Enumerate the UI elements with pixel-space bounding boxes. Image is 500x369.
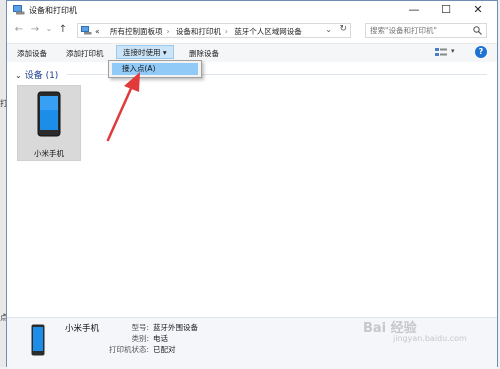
help-button[interactable]: ? [475, 46, 487, 58]
address-bar[interactable]: « 所有控制面板项 › 设备和打印机 › 蓝牙个人区域网设备 ⌄ ↻ [77, 23, 351, 38]
view-options-dropdown-icon[interactable]: ▾ [451, 47, 455, 55]
connect-using-button[interactable]: 连接时使用 ▾ [116, 45, 174, 59]
printer-status-label: 打印机状态: [108, 345, 149, 354]
breadcrumb-item-devices-printers[interactable]: 设备和打印机 [176, 27, 221, 36]
group-header-devices[interactable]: ⌄ 设备 (1) [15, 68, 58, 81]
breadcrumb-item-control-panel[interactable]: 所有控制面板项 [110, 27, 163, 36]
group-label: 设备 (1) [24, 71, 59, 81]
title-bar: 设备和打印机 — ☐ ✕ [7, 1, 497, 19]
search-icon[interactable] [473, 26, 482, 35]
device-name: 小米手机 [34, 149, 64, 158]
address-dropdown-icon[interactable]: ⌄ [325, 25, 332, 34]
search-box[interactable] [365, 23, 487, 38]
details-device-name: 小米手机 [65, 324, 100, 334]
add-device-button[interactable]: 添加设备 [17, 48, 47, 59]
watermark-url: jingyan.baidu.com [393, 334, 467, 343]
phone-icon [37, 91, 61, 137]
add-printer-button[interactable]: 添加打印机 [66, 48, 104, 59]
up-arrow-icon[interactable]: ↑ [57, 24, 69, 35]
breadcrumb-item-bluetooth-pan[interactable]: 蓝牙个人区域网设备 [234, 27, 302, 36]
category-label: 类别: [131, 334, 149, 343]
refresh-icon[interactable]: ↻ [339, 24, 347, 34]
forward-arrow-icon[interactable]: → [29, 24, 41, 35]
recent-chevron-down-icon[interactable]: ⌄ [43, 24, 55, 33]
model-value: 蓝牙外围设备 [153, 323, 198, 332]
navigation-bar: ← → ⌄ ↑ « 所有控制面板项 › 设备和打印机 › 蓝牙个人区域网设备 ⌄ ↻ [7, 20, 497, 42]
phone-icon [31, 324, 45, 356]
search-input[interactable] [370, 26, 470, 35]
breadcrumb: « 所有控制面板项 › 设备和打印机 › 蓝牙个人区域网设备 [95, 27, 302, 36]
close-button[interactable]: ✕ [463, 1, 493, 19]
printer-status-value: 已配对 [153, 345, 176, 354]
remove-device-button[interactable]: 删除设备 [189, 48, 219, 59]
model-label: 型号: [131, 323, 149, 332]
back-arrow-icon[interactable]: ← [13, 24, 25, 35]
devices-printers-window: 设备和打印机 — ☐ ✕ ← → ⌄ ↑ « 所有控制面板项 › 设备和打印机 › … [6, 0, 498, 369]
minimize-button[interactable]: — [399, 1, 429, 19]
change-view-icon[interactable] [435, 48, 447, 57]
control-panel-icon [81, 26, 92, 35]
command-bar: 添加设备 添加打印机 连接时使用 ▾ 删除设备 ▾ ? [7, 43, 497, 62]
devices-printers-icon [13, 5, 25, 15]
window-title: 设备和打印机 [29, 6, 77, 15]
menu-item-access-point[interactable]: 接入点(A) [112, 63, 198, 75]
connect-using-menu: 接入点(A) [108, 60, 202, 78]
watermark: Bai 经验 jingyan.baidu.com [363, 317, 467, 343]
breadcrumb-overflow[interactable]: « [95, 27, 100, 36]
device-tile[interactable]: 小米手机 [17, 85, 81, 161]
maximize-button[interactable]: ☐ [431, 1, 461, 19]
category-value: 电话 [153, 334, 168, 343]
chevron-down-icon[interactable]: ⌄ [15, 71, 22, 80]
